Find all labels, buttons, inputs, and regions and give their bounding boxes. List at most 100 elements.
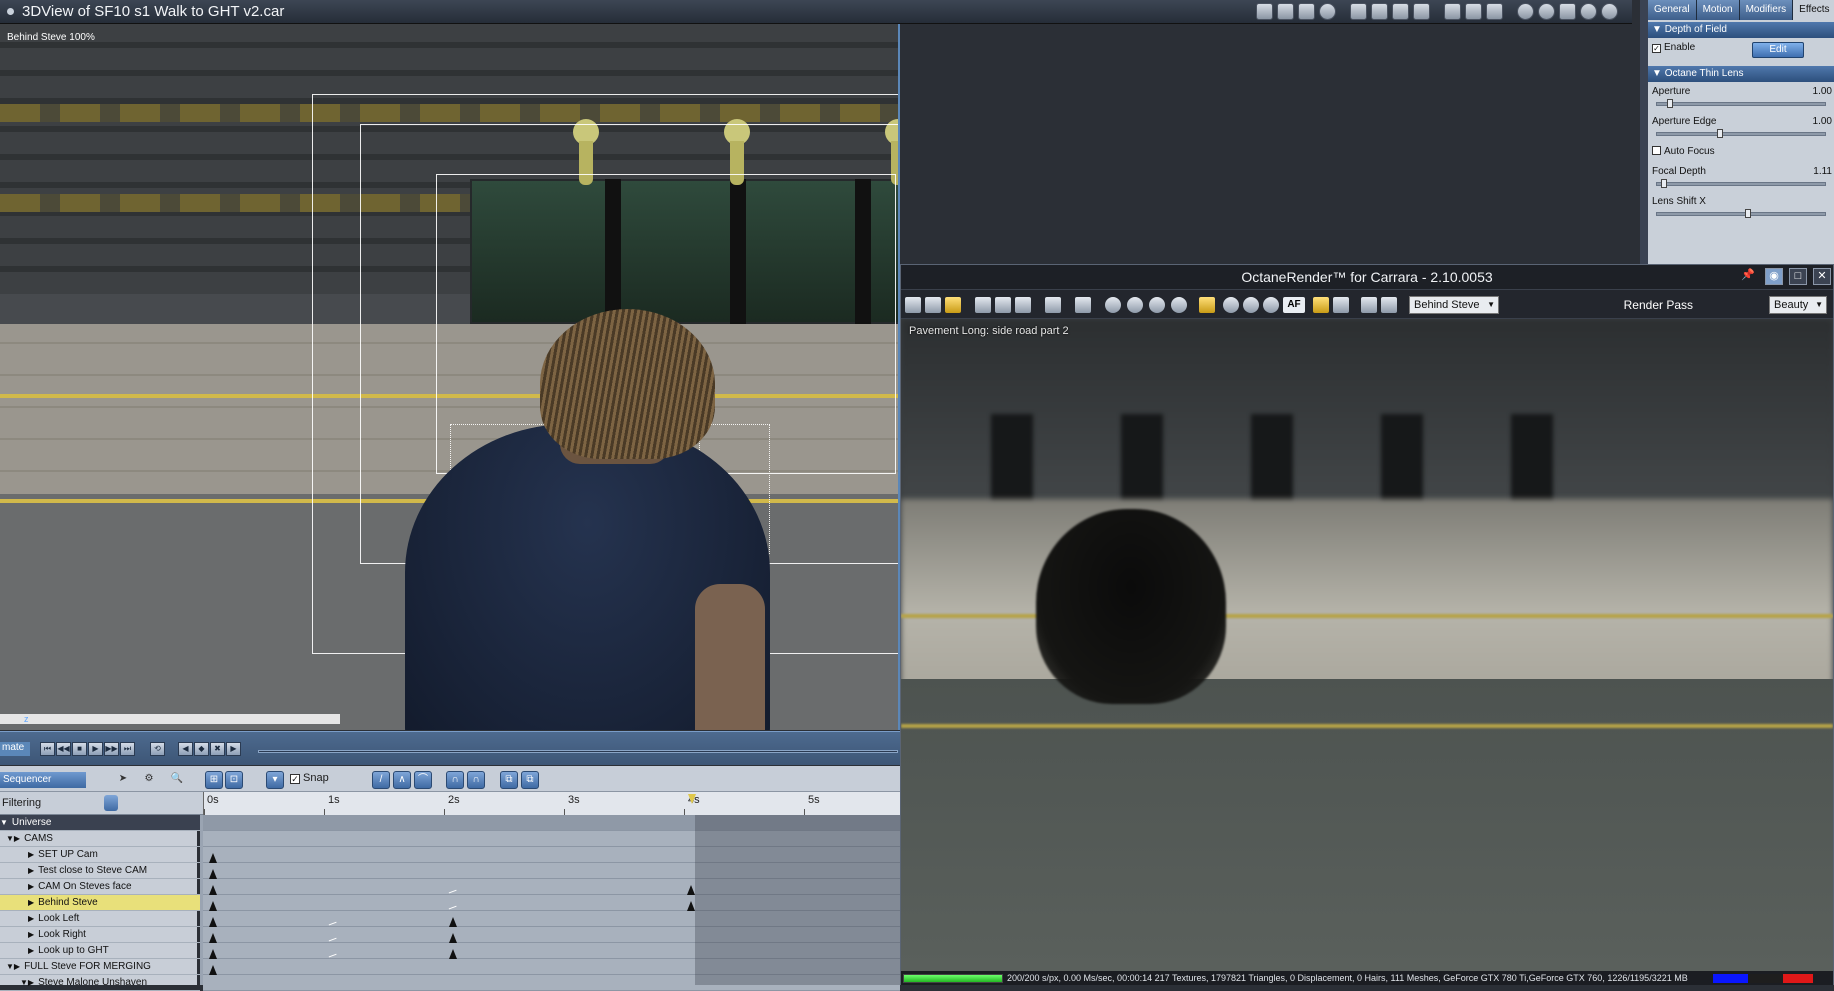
lens-shift-x-slider[interactable] <box>1656 209 1826 218</box>
track-row-selected[interactable]: ▶ Behind Steve <box>0 895 200 911</box>
tab-effects[interactable]: Effects <box>1793 0 1834 20</box>
color-picker-icon[interactable] <box>1223 297 1239 313</box>
rewind-button[interactable]: ◀◀ <box>56 742 71 756</box>
keyframe[interactable] <box>209 869 217 879</box>
snap-toggle[interactable]: ✓ Snap <box>290 772 329 784</box>
octane-title-bar[interactable]: OctaneRender™ for Carrara - 2.10.0053 📌 … <box>901 265 1833 289</box>
aperture-edge-value[interactable]: 1.00 <box>1813 116 1832 127</box>
autofocus-button[interactable]: AF <box>1283 297 1305 313</box>
slider-knob[interactable] <box>1745 209 1751 218</box>
collapse-icon[interactable]: ▼ <box>1652 68 1665 79</box>
bezier-tween-button[interactable]: ⌒ <box>414 771 432 789</box>
filtering-dropdown[interactable] <box>104 795 118 811</box>
target-icon[interactable] <box>1319 3 1336 20</box>
aperture-value[interactable]: 1.00 <box>1813 86 1832 97</box>
export-icon[interactable] <box>925 297 941 313</box>
grid-view-icon[interactable] <box>1413 3 1430 20</box>
keyframe[interactable] <box>209 885 217 895</box>
zoom-icon[interactable]: 🔍 <box>168 771 186 789</box>
time-scrubber[interactable] <box>258 750 898 753</box>
stop-button[interactable]: ■ <box>72 742 87 756</box>
expand-icon[interactable]: ▼▶ <box>20 975 34 991</box>
keyframe[interactable] <box>449 933 457 943</box>
goto-start-button[interactable]: ⏮ <box>40 742 55 756</box>
track-row[interactable]: ▶ Look Left <box>0 911 200 927</box>
delete-key-button[interactable]: ✖ <box>210 742 225 756</box>
auto-focus-checkbox[interactable] <box>1652 146 1661 155</box>
shield-outline-icon[interactable] <box>1486 3 1503 20</box>
expand-icon[interactable]: ▶ <box>28 943 34 959</box>
prev-key-button[interactable]: ◀ <box>178 742 193 756</box>
expand-icon[interactable]: ▶ <box>28 911 34 927</box>
axis-icon[interactable] <box>1256 3 1273 20</box>
expand-icon[interactable]: ▶ <box>28 927 34 943</box>
navigate-icon[interactable] <box>1517 3 1534 20</box>
expand-icon[interactable]: ▶ <box>28 879 34 895</box>
restart-icon[interactable] <box>1105 297 1121 313</box>
keyframe[interactable] <box>209 949 217 959</box>
expand-icon[interactable]: ▼▶ <box>6 831 20 847</box>
pause-icon[interactable] <box>1149 297 1165 313</box>
depth-of-field-header[interactable]: ▼ Depth of Field <box>1648 22 1834 38</box>
pin-icon[interactable]: 📌 <box>1739 268 1757 285</box>
play-button[interactable]: ▶ <box>88 742 103 756</box>
expand-icon[interactable]: ▶ <box>28 847 34 863</box>
material-picker-icon[interactable] <box>1243 297 1259 313</box>
single-view-icon[interactable] <box>1350 3 1367 20</box>
track-row[interactable]: ▶ SET UP Cam <box>0 847 200 863</box>
track-row[interactable]: ▶ Test close to Steve CAM <box>0 863 200 879</box>
tab-general[interactable]: General <box>1648 0 1697 20</box>
current-time-marker[interactable] <box>688 794 696 804</box>
sequencer-mode-select[interactable]: Sequencer <box>0 772 86 788</box>
keyframe[interactable] <box>209 853 217 863</box>
region-icon[interactable] <box>1333 297 1349 313</box>
gear-icon[interactable]: ⚙ <box>140 771 158 789</box>
track-row-full-steve[interactable]: ▼▶ FULL Steve FOR MERGING <box>0 959 200 975</box>
track-row[interactable]: ▶ CAM On Steves face <box>0 879 200 895</box>
undo-icon[interactable] <box>1313 297 1329 313</box>
loop-button[interactable]: ⟲ <box>150 742 165 756</box>
close-button[interactable]: ✕ <box>1813 268 1831 285</box>
split-view-icon[interactable] <box>1371 3 1388 20</box>
aperture-edge-slider[interactable] <box>1656 129 1826 138</box>
track-row[interactable]: ▼▶ Steve Malone Unshaven <box>0 975 200 991</box>
key-button[interactable]: ◆ <box>194 742 209 756</box>
eye-icon[interactable]: ◉ <box>1765 268 1783 285</box>
reset-icon[interactable] <box>1381 297 1397 313</box>
book-icon[interactable] <box>1075 297 1091 313</box>
arrow-tool-icon[interactable]: ➤ <box>114 771 132 789</box>
focal-depth-slider[interactable] <box>1656 179 1826 188</box>
keyframe[interactable] <box>209 917 217 927</box>
shaded-sphere-icon[interactable] <box>1580 3 1597 20</box>
play-icon[interactable] <box>1127 297 1143 313</box>
ease-out-button[interactable]: ∩ <box>467 771 485 789</box>
render-icon[interactable] <box>905 297 921 313</box>
cube-icon[interactable] <box>1559 3 1576 20</box>
track-row-cams[interactable]: ▼▶ CAMS <box>0 831 200 847</box>
expand-icon[interactable]: ▼ <box>0 815 8 831</box>
snap-options-button[interactable]: ▾ <box>266 771 284 789</box>
folder-icon[interactable] <box>945 297 961 313</box>
slider-knob[interactable] <box>1661 179 1667 188</box>
dimension-icon[interactable] <box>1298 3 1315 20</box>
copy-icon[interactable] <box>975 297 991 313</box>
aperture-slider[interactable] <box>1656 99 1826 108</box>
time-ruler[interactable]: 0s 1s 2s 3s 4s 5s <box>203 792 900 815</box>
keyframe[interactable] <box>209 901 217 911</box>
send-icon[interactable] <box>1045 297 1061 313</box>
animate-tab[interactable]: mate <box>0 742 30 756</box>
edit-button[interactable]: Edit <box>1752 42 1804 58</box>
keyframe[interactable] <box>209 933 217 943</box>
focus-picker-icon[interactable] <box>1263 297 1279 313</box>
thin-lens-header[interactable]: ▼ Octane Thin Lens <box>1648 66 1834 82</box>
ease-tween-button[interactable]: ∧ <box>393 771 411 789</box>
stop-icon[interactable] <box>1171 297 1187 313</box>
keyframe[interactable] <box>687 901 695 911</box>
next-key-button[interactable]: ▶ <box>226 742 241 756</box>
paste-icon[interactable] <box>995 297 1011 313</box>
shield-alt-icon[interactable] <box>1465 3 1482 20</box>
slider-knob[interactable] <box>1717 129 1723 138</box>
camera-icon[interactable] <box>1361 297 1377 313</box>
render-sphere-icon[interactable] <box>1601 3 1618 20</box>
keyframe[interactable] <box>687 885 695 895</box>
